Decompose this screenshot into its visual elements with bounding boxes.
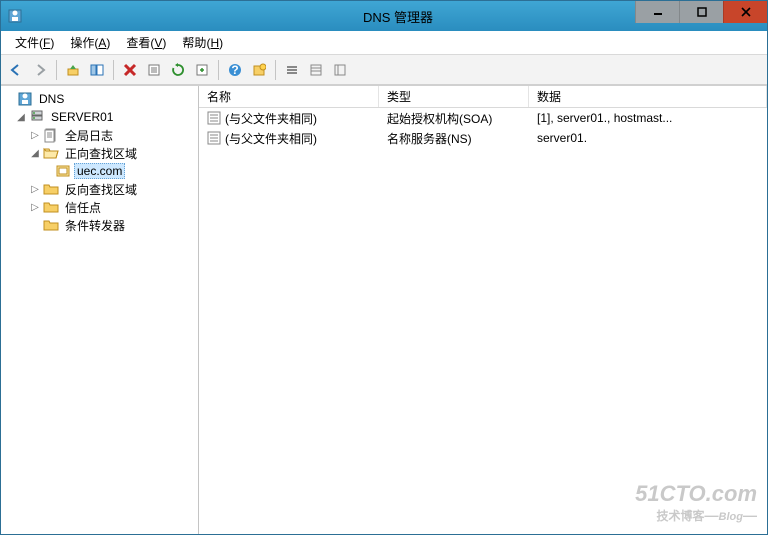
maximize-button[interactable] xyxy=(679,1,723,23)
log-icon xyxy=(43,127,59,143)
folder-icon xyxy=(43,181,59,197)
list-view-button[interactable] xyxy=(281,59,303,81)
minimize-button[interactable] xyxy=(635,1,679,23)
tree-label: SERVER01 xyxy=(48,109,116,125)
app-icon xyxy=(7,8,23,24)
help-button[interactable]: ? xyxy=(224,59,246,81)
tree-label: 条件转发器 xyxy=(62,216,128,235)
tree-node-dns-root[interactable]: DNS xyxy=(3,90,196,108)
folder-icon xyxy=(43,199,59,215)
tree-label: 正向查找区域 xyxy=(62,144,140,163)
record-icon xyxy=(207,131,221,145)
expander-icon[interactable]: ▷ xyxy=(29,201,41,213)
new-zone-button[interactable] xyxy=(248,59,270,81)
tree-label: 信任点 xyxy=(62,198,104,217)
record-icon xyxy=(207,111,221,125)
close-button[interactable] xyxy=(723,1,767,23)
cell-name: (与父文件夹相同) xyxy=(225,110,317,127)
detail-view-button[interactable] xyxy=(305,59,327,81)
tree-node-server[interactable]: ◢ SERVER01 xyxy=(3,108,196,126)
tree-node-reverse-zones[interactable]: ▷ 反向查找区域 xyxy=(3,180,196,198)
list-header: 名称 类型 数据 xyxy=(199,86,767,108)
refresh-button[interactable] xyxy=(167,59,189,81)
forward-button[interactable] xyxy=(29,59,51,81)
list-pane: 名称 类型 数据 (与父文件夹相同) 起始授权机构(SOA) [1], serv… xyxy=(199,86,767,534)
svg-text:?: ? xyxy=(231,63,238,77)
list-row[interactable]: (与父文件夹相同) 名称服务器(NS) server01. xyxy=(199,128,767,148)
content-area: DNS ◢ SERVER01 ▷ 全局日志 ◢ 正向查找区域 uec.com xyxy=(1,85,767,534)
folder-icon xyxy=(43,217,59,233)
menu-action[interactable]: 操作(A) xyxy=(62,32,118,53)
show-hide-tree-button[interactable] xyxy=(86,59,108,81)
server-icon xyxy=(29,109,45,125)
list-row[interactable]: (与父文件夹相同) 起始授权机构(SOA) [1], server01., ho… xyxy=(199,108,767,128)
column-header-type[interactable]: 类型 xyxy=(379,86,529,107)
tree-label: 反向查找区域 xyxy=(62,180,140,199)
titlebar: DNS 管理器 xyxy=(1,1,767,31)
column-header-name[interactable]: 名称 xyxy=(199,86,379,107)
list-body[interactable]: (与父文件夹相同) 起始授权机构(SOA) [1], server01., ho… xyxy=(199,108,767,534)
tree-pane[interactable]: DNS ◢ SERVER01 ▷ 全局日志 ◢ 正向查找区域 uec.com xyxy=(1,86,199,534)
expander-icon[interactable]: ▷ xyxy=(29,183,41,195)
column-header-data[interactable]: 数据 xyxy=(529,86,767,107)
toolbar: ? xyxy=(1,55,767,85)
menu-view[interactable]: 查看(V) xyxy=(118,32,174,53)
menubar: 文件(F) 操作(A) 查看(V) 帮助(H) xyxy=(1,31,767,55)
tree-label: 全局日志 xyxy=(62,126,116,145)
expander-icon[interactable]: ◢ xyxy=(15,111,27,123)
up-button[interactable] xyxy=(62,59,84,81)
tree-node-global-log[interactable]: ▷ 全局日志 xyxy=(3,126,196,144)
tree-label: DNS xyxy=(36,91,67,107)
delete-button[interactable] xyxy=(119,59,141,81)
expander-icon[interactable]: ◢ xyxy=(29,147,41,159)
properties-button[interactable] xyxy=(143,59,165,81)
back-button[interactable] xyxy=(5,59,27,81)
tree-node-trust-points[interactable]: ▷ 信任点 xyxy=(3,198,196,216)
tree-label: uec.com xyxy=(74,163,125,179)
expander-icon[interactable]: ▷ xyxy=(29,129,41,141)
cell-data: [1], server01., hostmast... xyxy=(529,109,767,127)
tree-node-conditional-forwarders[interactable]: ▷ 条件转发器 xyxy=(3,216,196,234)
tree-node-forward-zones[interactable]: ◢ 正向查找区域 xyxy=(3,144,196,162)
export-button[interactable] xyxy=(191,59,213,81)
cell-data: server01. xyxy=(529,129,767,147)
filter-button[interactable] xyxy=(329,59,351,81)
folder-open-icon xyxy=(43,145,59,161)
cell-name: (与父文件夹相同) xyxy=(225,130,317,147)
menu-help[interactable]: 帮助(H) xyxy=(174,32,231,53)
dns-root-icon xyxy=(17,91,33,107)
tree-node-zone-uec[interactable]: uec.com xyxy=(3,162,196,180)
dns-manager-window: DNS 管理器 文件(F) 操作(A) 查看(V) 帮助(H) ? xyxy=(0,0,768,535)
menu-file[interactable]: 文件(F) xyxy=(7,32,62,53)
zone-icon xyxy=(55,163,71,179)
cell-type: 起始授权机构(SOA) xyxy=(379,108,529,129)
cell-type: 名称服务器(NS) xyxy=(379,128,529,149)
